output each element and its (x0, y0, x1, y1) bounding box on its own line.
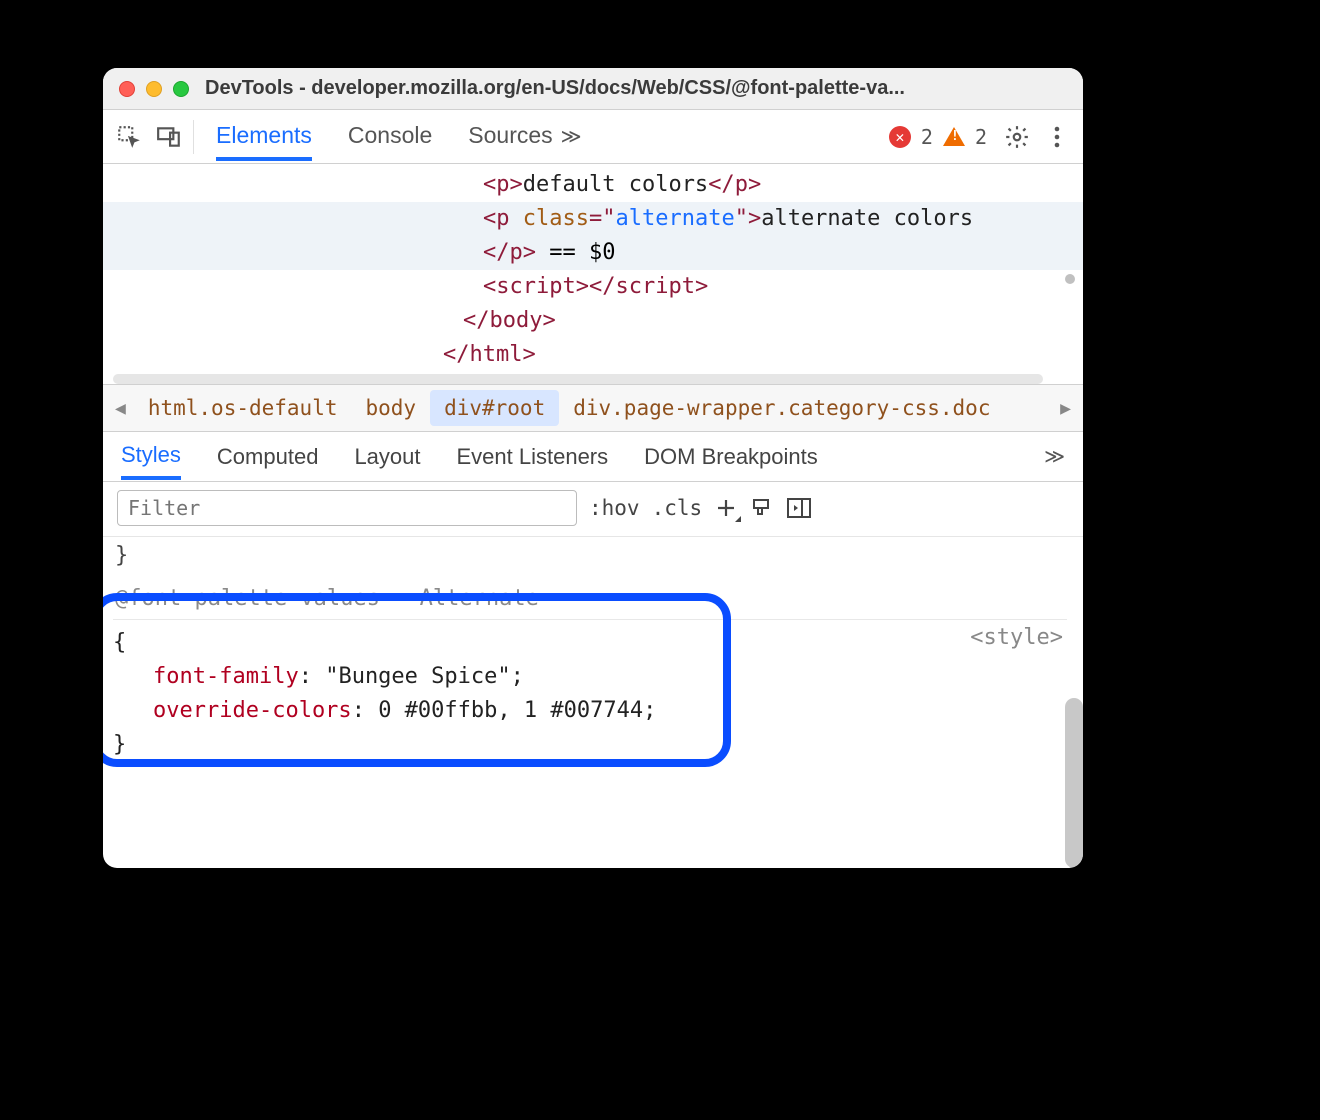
dom-node-selected[interactable]: <p class="alternate">alternate colors (103, 202, 1083, 236)
toolbar-divider (193, 120, 194, 154)
breadcrumb-item-active[interactable]: div#root (430, 390, 559, 426)
settings-icon[interactable] (997, 117, 1037, 157)
css-declaration[interactable]: override-colors: 0 #00ffbb, 1 #007744; (113, 694, 1067, 728)
css-property[interactable]: font-family (153, 664, 299, 689)
dom-node[interactable]: </html> (103, 338, 1083, 372)
error-icon: ✕ (889, 126, 911, 148)
maximize-button[interactable] (173, 81, 189, 97)
more-tabs-chevron-icon[interactable]: ≫ (553, 124, 590, 149)
rule-open-brace: { (113, 626, 1067, 660)
rule-block[interactable]: { font-family: "Bungee Spice"; override-… (113, 626, 1067, 762)
toggle-sidebar-icon[interactable] (786, 496, 812, 520)
tab-console[interactable]: Console (348, 112, 432, 161)
panel-tabs: Elements Console Sources (216, 112, 553, 161)
scroll-indicator (1065, 274, 1075, 284)
styles-rules-area[interactable]: } @font-palette-values --Alternate <styl… (103, 537, 1083, 868)
breadcrumb-right-icon[interactable]: ▶ (1052, 398, 1079, 419)
dom-node[interactable]: <script></script> (103, 270, 1083, 304)
subtab-event-listeners[interactable]: Event Listeners (457, 435, 609, 478)
tab-sources[interactable]: Sources (468, 112, 552, 161)
titlebar: DevTools - developer.mozilla.org/en-US/d… (103, 68, 1083, 110)
css-value[interactable]: "Bungee Spice" (325, 664, 510, 689)
css-declaration[interactable]: font-family: "Bungee Spice"; (113, 660, 1067, 694)
vertical-scrollbar[interactable] (1065, 698, 1083, 868)
subtab-dom-breakpoints[interactable]: DOM Breakpoints (644, 435, 818, 478)
window-title: DevTools - developer.mozilla.org/en-US/d… (205, 77, 1083, 100)
subtab-styles[interactable]: Styles (121, 433, 181, 480)
breadcrumb: ◀ html.os-default body div#root div.page… (103, 384, 1083, 432)
rule-closing-brace: } (113, 543, 1067, 568)
devtools-window: DevTools - developer.mozilla.org/en-US/d… (103, 68, 1083, 868)
main-toolbar: Elements Console Sources ≫ ✕ 2 2 (103, 110, 1083, 164)
dom-node-close[interactable]: </p> == $0 (103, 236, 1083, 270)
device-toolbar-icon[interactable] (149, 117, 189, 157)
dom-tree[interactable]: <p>default colors</p> <p class="alternat… (103, 164, 1083, 384)
horizontal-scrollbar[interactable] (113, 374, 1043, 384)
subtab-layout[interactable]: Layout (354, 435, 420, 478)
styles-subtabs: Styles Computed Layout Event Listeners D… (103, 432, 1083, 482)
breadcrumb-left-icon[interactable]: ◀ (107, 398, 134, 419)
more-subtabs-chevron-icon[interactable]: ≫ (1044, 444, 1065, 469)
css-property[interactable]: override-colors (153, 698, 352, 723)
breadcrumb-item[interactable]: div.page-wrapper.category-css.doc (559, 390, 1052, 426)
subtab-computed[interactable]: Computed (217, 435, 319, 478)
issues-badges[interactable]: ✕ 2 2 (889, 125, 987, 149)
inspect-element-icon[interactable] (109, 117, 149, 157)
close-button[interactable] (119, 81, 135, 97)
traffic-lights (119, 81, 189, 97)
rule-source-link[interactable]: <style> (970, 625, 1063, 650)
tab-elements[interactable]: Elements (216, 112, 312, 161)
kebab-menu-icon[interactable] (1037, 117, 1077, 157)
breadcrumb-item[interactable]: html.os-default (134, 390, 352, 426)
breadcrumb-item[interactable]: body (352, 390, 431, 426)
error-count: 2 (921, 125, 933, 149)
rule-close-brace: } (113, 728, 1067, 762)
paint-brush-icon[interactable] (750, 496, 774, 520)
warning-icon (943, 127, 965, 146)
new-style-rule-icon[interactable] (714, 496, 738, 520)
warning-count: 2 (975, 125, 987, 149)
css-value[interactable]: 0 #00ffbb, 1 #007744 (378, 698, 643, 723)
rule-selector[interactable]: @font-palette-values --Alternate (113, 568, 1067, 620)
dom-node[interactable]: </body> (103, 304, 1083, 338)
cls-toggle[interactable]: .cls (652, 496, 703, 520)
styles-filter-row: :hov .cls (103, 482, 1083, 537)
hov-toggle[interactable]: :hov (589, 496, 640, 520)
dom-node[interactable]: <p>default colors</p> (103, 168, 1083, 202)
minimize-button[interactable] (146, 81, 162, 97)
styles-filter-input[interactable] (117, 490, 577, 526)
